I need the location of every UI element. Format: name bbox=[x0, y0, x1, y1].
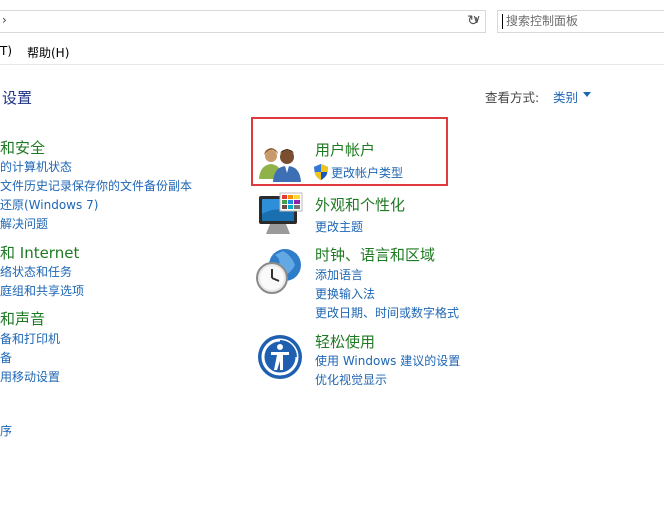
link-mobility-settings[interactable]: 用移动设置 bbox=[0, 368, 60, 385]
address-bar[interactable]: › ∨ bbox=[0, 10, 486, 33]
link-change-date-time-format[interactable]: 更改日期、时间或数字格式 bbox=[315, 304, 459, 321]
caret-down-icon[interactable] bbox=[583, 92, 591, 97]
chevron-right-icon[interactable]: › bbox=[2, 13, 7, 27]
category-appearance[interactable]: 外观和个性化 bbox=[315, 194, 405, 215]
category-ease-of-access[interactable]: 轻松使用 bbox=[315, 331, 375, 352]
view-by-dropdown[interactable]: 类别 bbox=[553, 87, 578, 106]
link-change-account-type[interactable]: 更改帐户类型 bbox=[331, 164, 403, 181]
link-backup-restore[interactable]: 还原(Windows 7) bbox=[0, 196, 98, 213]
globe-clock-icon[interactable] bbox=[255, 247, 303, 295]
menu-item-help[interactable]: 帮助(H) bbox=[27, 44, 69, 61]
menu-divider bbox=[0, 64, 664, 65]
link-network-status[interactable]: 络状态和任务 bbox=[0, 263, 72, 280]
page-title: 设置 bbox=[2, 89, 33, 107]
users-icon[interactable] bbox=[257, 143, 303, 183]
link-computer-status[interactable]: 的计算机状态 bbox=[0, 158, 72, 175]
category-user-accounts[interactable]: 用户帐户 bbox=[315, 139, 375, 160]
ease-of-access-icon[interactable] bbox=[257, 334, 303, 380]
category-network-internet[interactable]: 和 Internet bbox=[0, 242, 79, 263]
link-programs[interactable]: 序 bbox=[0, 422, 12, 439]
search-input[interactable]: 搜索控制面板 bbox=[497, 10, 664, 33]
link-add-device[interactable]: 备 bbox=[0, 349, 12, 366]
link-troubleshoot[interactable]: 解决问题 bbox=[0, 215, 48, 232]
uac-shield-icon bbox=[314, 164, 328, 180]
category-clock-language-region[interactable]: 时钟、语言和区域 bbox=[315, 244, 435, 265]
link-add-language[interactable]: 添加语言 bbox=[315, 266, 363, 283]
category-hardware-sound[interactable]: 和声音 bbox=[0, 308, 45, 329]
link-change-theme[interactable]: 更改主题 bbox=[315, 218, 363, 235]
link-recommended-settings[interactable]: 使用 Windows 建议的设置 bbox=[315, 352, 460, 369]
monitor-palette-icon[interactable] bbox=[258, 192, 304, 238]
link-homegroup[interactable]: 庭组和共享选项 bbox=[0, 282, 84, 299]
link-change-input-method[interactable]: 更换输入法 bbox=[315, 285, 375, 302]
link-optimize-display[interactable]: 优化视觉显示 bbox=[315, 371, 387, 388]
link-file-history[interactable]: 文件历史记录保存你的文件备份副本 bbox=[0, 177, 192, 194]
refresh-button[interactable]: ↻ bbox=[461, 10, 486, 33]
view-by-label: 查看方式: bbox=[485, 90, 540, 105]
category-system-security[interactable]: 和安全 bbox=[0, 137, 45, 158]
link-devices-printers[interactable]: 备和打印机 bbox=[0, 330, 60, 347]
menu-item-tools[interactable]: T) bbox=[0, 44, 12, 58]
